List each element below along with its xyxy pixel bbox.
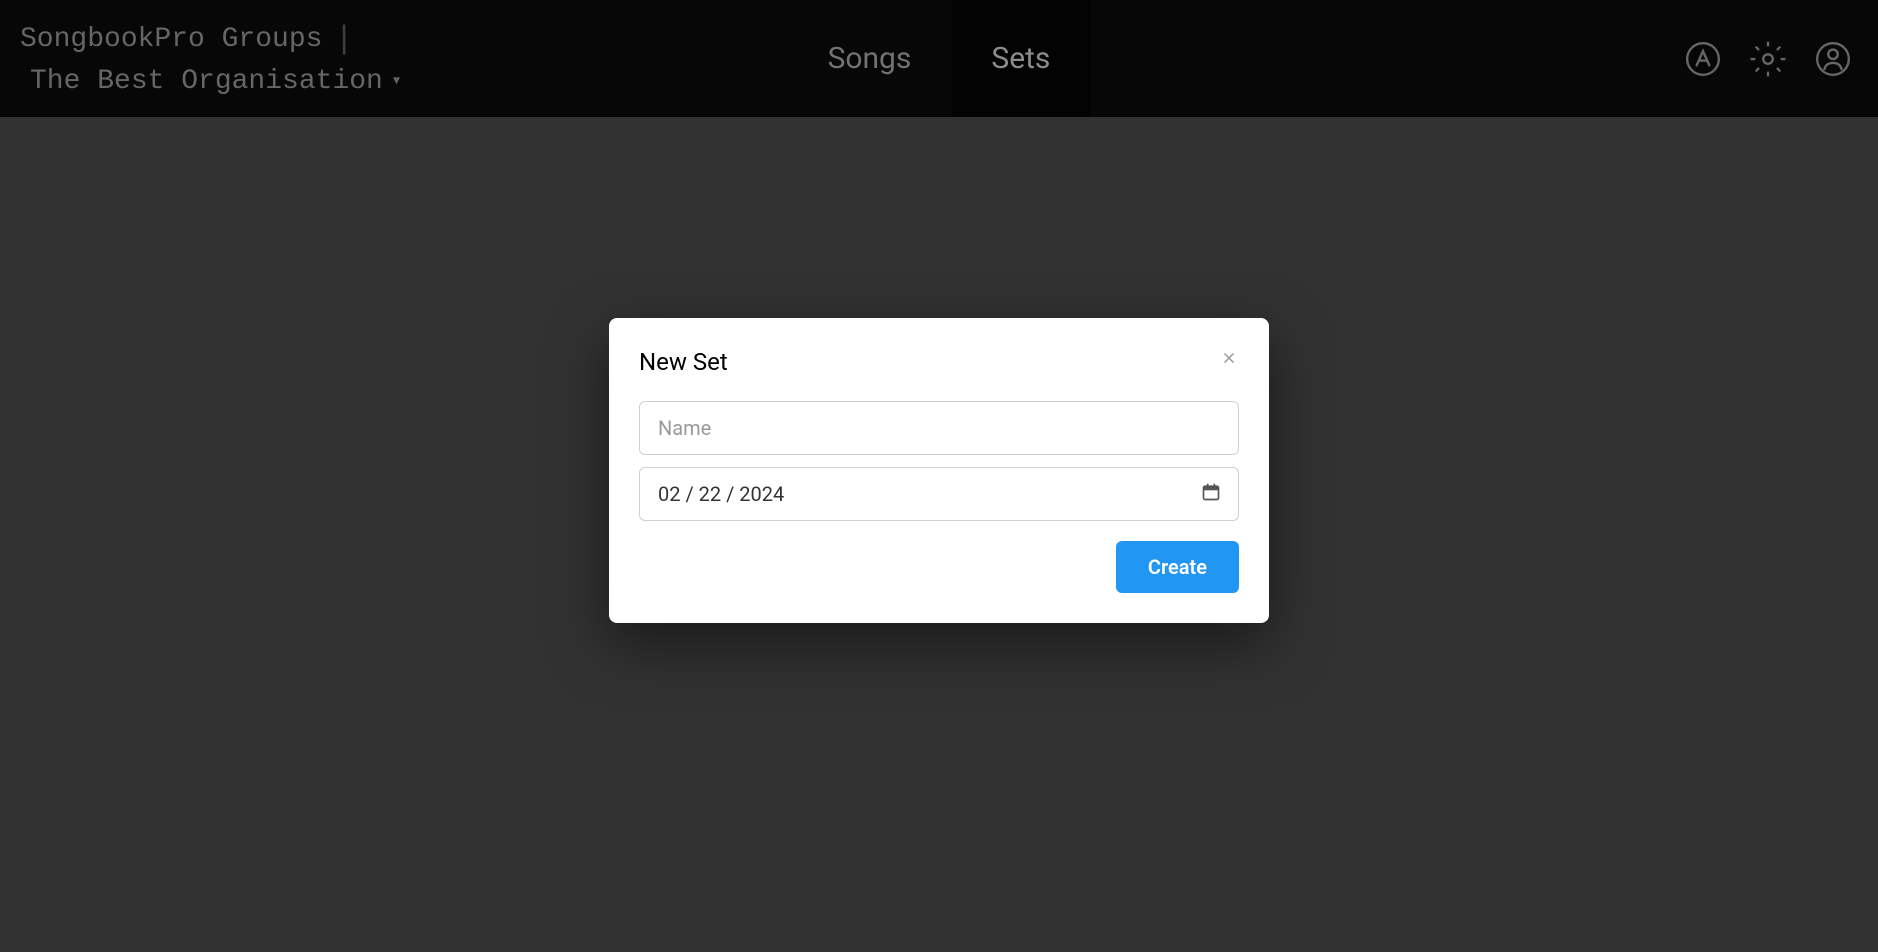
close-icon [1220, 349, 1238, 367]
date-input[interactable] [639, 467, 1239, 521]
date-input-wrapper [639, 467, 1239, 521]
new-set-modal: New Set Create [609, 318, 1269, 623]
modal-overlay[interactable]: New Set Create [0, 0, 1878, 952]
modal-actions: Create [639, 541, 1239, 593]
close-button[interactable] [1217, 346, 1241, 370]
modal-title: New Set [639, 348, 1239, 376]
name-input[interactable] [639, 401, 1239, 455]
create-button[interactable]: Create [1116, 541, 1239, 593]
